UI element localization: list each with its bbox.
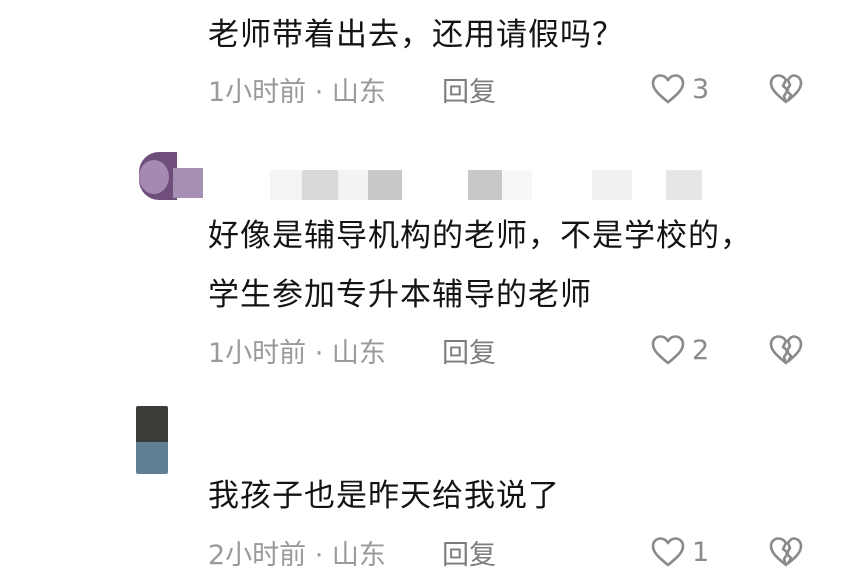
comment-text: 我孩子也是昨天给我说了 (208, 478, 560, 514)
avatar[interactable] (139, 152, 203, 200)
like-button[interactable]: 1 (650, 536, 709, 568)
dislike-button[interactable] (768, 334, 804, 366)
heart-outline-icon (651, 335, 685, 365)
reply-button[interactable]: 回复 (442, 331, 496, 370)
like-button[interactable]: 3 (650, 73, 709, 105)
comment-meta: 2小时前 · 山东 回复 1 (208, 532, 818, 572)
dislike-button[interactable] (768, 536, 804, 568)
heart-outline-icon (651, 537, 685, 567)
comment-text: 老师带着出去，还用请假吗？ (208, 17, 624, 53)
heart-outline-icon (651, 74, 685, 104)
like-count: 3 (692, 73, 710, 105)
username-blurred[interactable] (270, 170, 702, 200)
broken-heart-icon (769, 335, 803, 365)
comment-time-location: 1小时前 · 山东 (208, 76, 386, 108)
comment-meta: 1小时前 · 山东 回复 2 (208, 330, 818, 370)
comment-text: 好像是辅导机构的老师，不是学校的， (208, 218, 752, 254)
broken-heart-icon (769, 537, 803, 567)
like-count: 2 (692, 334, 710, 366)
like-count: 1 (692, 536, 710, 568)
comment-time-location: 1小时前 · 山东 (208, 337, 386, 369)
reply-button[interactable]: 回复 (442, 533, 496, 572)
avatar[interactable] (136, 406, 168, 474)
broken-heart-icon (769, 74, 803, 104)
comment-meta: 1小时前 · 山东 回复 3 (208, 69, 818, 109)
reply-button[interactable]: 回复 (442, 70, 496, 109)
comment-time-location: 2小时前 · 山东 (208, 539, 386, 571)
like-button[interactable]: 2 (650, 334, 709, 366)
dislike-button[interactable] (768, 73, 804, 105)
comment-text: 学生参加专升本辅导的老师 (208, 277, 592, 313)
